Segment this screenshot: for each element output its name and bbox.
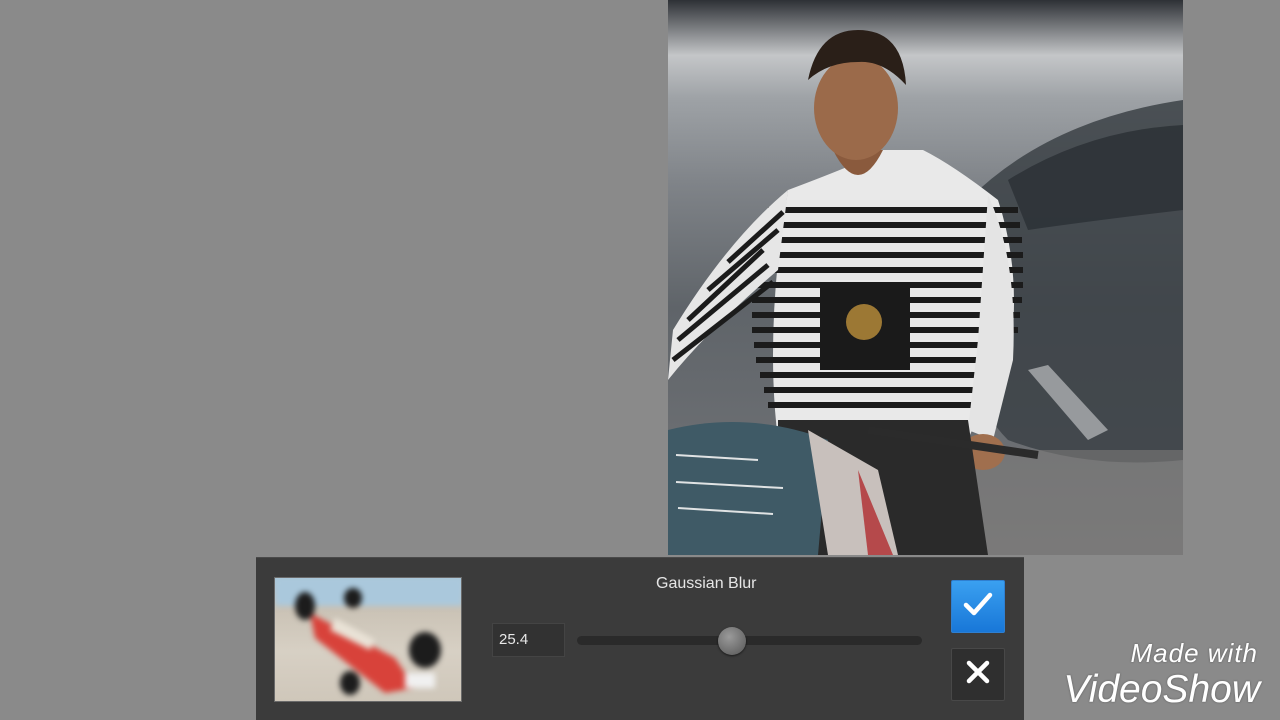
edited-photo (668, 0, 1183, 615)
blur-slider[interactable] (577, 630, 922, 650)
checkmark-icon (963, 591, 993, 622)
blur-value-field[interactable]: 25.4 (492, 623, 565, 657)
videoshow-watermark: Made with VideoShow (1004, 636, 1270, 716)
cancel-button[interactable] (951, 648, 1005, 701)
slider-track[interactable] (577, 636, 922, 645)
watermark-line-1: Made with (1130, 638, 1258, 668)
slider-thumb[interactable] (718, 627, 747, 655)
dialog-title: Gaussian Blur (656, 575, 757, 592)
watermark-line-2: VideoShow (1063, 668, 1260, 711)
confirm-button[interactable] (951, 580, 1005, 633)
blur-preview-thumbnail (274, 577, 462, 702)
close-icon (965, 659, 991, 690)
gaussian-blur-dialog: Gaussian Blur 25.4 (256, 557, 1024, 720)
